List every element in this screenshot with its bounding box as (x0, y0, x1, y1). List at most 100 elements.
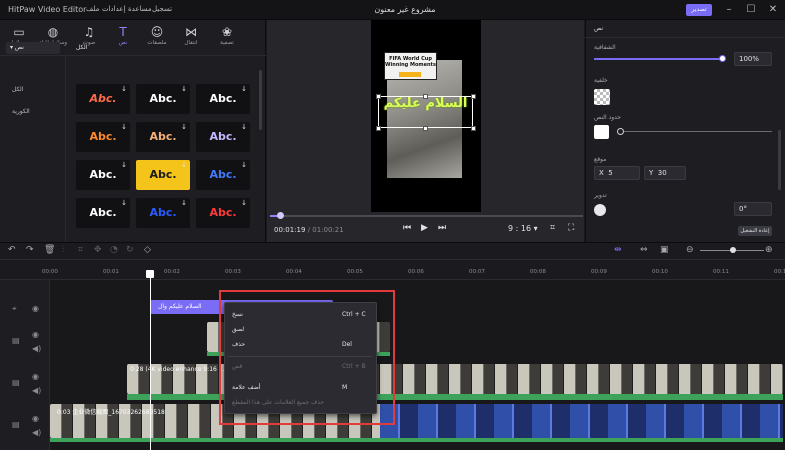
text-template-tile[interactable]: Abc. ↓ (136, 160, 190, 190)
zoom-slider-knob[interactable] (730, 247, 736, 253)
fit-timeline-icon[interactable]: ▣ (660, 245, 669, 255)
tool-filter[interactable]: ❀ تصفية (212, 24, 242, 54)
audio-speaker-icon[interactable]: ◀) (32, 344, 41, 353)
resize-handle[interactable] (471, 94, 476, 99)
text-template-tile[interactable]: Abc. ↓ (136, 84, 190, 114)
menu-record[interactable]: تسجيل (152, 5, 172, 13)
category-korean[interactable]: الكورية (12, 108, 30, 115)
speed-icon[interactable]: ◔ (110, 245, 118, 255)
playback-progress-track[interactable] (270, 215, 583, 217)
resize-handle[interactable] (376, 94, 381, 99)
maximize-icon[interactable]: ☐ (744, 3, 758, 17)
crop-icon[interactable]: ⌗ (550, 223, 555, 233)
text-template-tile[interactable]: Abc. ↓ (136, 198, 190, 228)
rotate-clip-icon[interactable]: ↻ (126, 245, 134, 255)
zoom-out-icon[interactable]: ⊖ (686, 245, 694, 255)
visibility-eye-icon[interactable]: ◉ (32, 372, 39, 381)
text-template-tile[interactable]: Abc. ↓ (76, 122, 130, 152)
split-view-icon[interactable]: ⇔ (640, 245, 648, 255)
menu-file[interactable]: ملف (86, 5, 99, 13)
redo-icon[interactable]: ↷ (26, 245, 34, 255)
fullscreen-icon[interactable]: ⛶ (568, 223, 574, 233)
audio-speaker-icon[interactable]: ◀) (32, 386, 41, 395)
undo-icon[interactable]: ↶ (8, 245, 16, 255)
playhead-handle[interactable] (146, 270, 154, 278)
text-template-tile[interactable]: Abc. ↓ (196, 84, 250, 114)
tool-transition[interactable]: ⋈ انتقال (176, 24, 206, 54)
category-header[interactable]: ▾ نص (6, 42, 60, 54)
playhead-line[interactable] (150, 272, 151, 450)
zoom-in-icon[interactable]: ⊕ (765, 245, 773, 255)
download-icon[interactable]: ↓ (181, 199, 187, 207)
ruler-tick-label: 00:07 (469, 269, 485, 275)
properties-scrollbar[interactable] (778, 130, 781, 190)
minimize-icon[interactable]: – (722, 3, 736, 17)
download-icon[interactable]: ↓ (241, 161, 247, 169)
stroke-color-swatch[interactable] (594, 125, 609, 139)
poster-tag (399, 72, 421, 77)
opacity-slider[interactable] (594, 58, 722, 60)
stroke-slider[interactable] (620, 131, 772, 132)
tool-text[interactable]: T نص (108, 24, 138, 54)
stroke-slider-knob[interactable] (617, 128, 624, 135)
second-clip-segment[interactable] (380, 404, 783, 438)
audio-speaker-icon[interactable]: ◀) (32, 428, 41, 437)
opacity-slider-knob[interactable] (719, 55, 726, 62)
text-template-tile[interactable]: Abc. ↓ (76, 84, 130, 114)
download-icon[interactable]: ↓ (121, 199, 127, 207)
resize-handle[interactable] (376, 126, 381, 131)
tile-sample-text: Abc. (149, 206, 177, 219)
media-scrollbar[interactable] (259, 70, 262, 130)
aspect-ratio-selector[interactable]: 9 : 16 ▾ (508, 224, 538, 233)
delete-icon[interactable]: 🗑 (44, 245, 55, 255)
marker-icon[interactable]: ◇ (144, 245, 151, 255)
background-color-swatch[interactable] (594, 89, 610, 105)
snap-icon[interactable]: ⇹ (614, 245, 622, 255)
text-template-tile[interactable]: Abc. ↓ (76, 160, 130, 190)
selection-box[interactable] (378, 96, 473, 128)
visibility-eye-icon[interactable]: ◉ (32, 330, 39, 339)
text-template-tile[interactable]: Abc. ↓ (196, 122, 250, 152)
rotate-dial[interactable] (594, 204, 606, 216)
category-all[interactable]: الكل (12, 86, 23, 93)
move-icon[interactable]: ✥ (94, 245, 102, 255)
download-icon[interactable]: ↓ (121, 85, 127, 93)
resize-handle[interactable] (423, 126, 428, 131)
text-template-tile[interactable]: Abc. ↓ (196, 198, 250, 228)
opacity-input[interactable]: 100% (734, 52, 772, 66)
text-template-tile[interactable]: Abc. ↓ (76, 198, 130, 228)
resize-handle[interactable] (423, 94, 428, 99)
download-icon[interactable]: ↓ (241, 123, 247, 131)
download-icon[interactable]: ↓ (121, 123, 127, 131)
split-icon[interactable]: ⫶ (62, 245, 64, 255)
ruler-tick-label: 00:01 (103, 269, 119, 275)
tool-stickers[interactable]: ☺ ملصقات (142, 24, 172, 54)
export-button[interactable]: تصدير (686, 4, 712, 16)
download-icon[interactable]: ↓ (181, 85, 187, 93)
y-position-input[interactable]: Y 30 (644, 166, 686, 180)
visibility-eye-icon[interactable]: ◉ (32, 304, 39, 313)
resize-handle[interactable] (471, 126, 476, 131)
download-icon[interactable]: ↓ (241, 85, 247, 93)
menu-settings[interactable]: إعدادات (102, 5, 125, 13)
download-icon[interactable]: ↓ (241, 199, 247, 207)
download-icon[interactable]: ↓ (181, 161, 187, 169)
menu-help[interactable]: مساعدة (128, 5, 152, 13)
x-position-input[interactable]: X 5 (594, 166, 640, 180)
prev-frame-icon[interactable]: ⏮ (403, 223, 411, 233)
crop-clip-icon[interactable]: ⌗ (78, 245, 83, 255)
ruler-tick-label: 00:12 (774, 269, 785, 275)
ruler-tick-label: 00:10 (652, 269, 668, 275)
download-icon[interactable]: ↓ (121, 161, 127, 169)
close-icon[interactable]: ✕ (766, 3, 780, 17)
text-template-tile[interactable]: Abc. ↓ (136, 122, 190, 152)
reset-button[interactable]: إعادة التشغيل (738, 226, 772, 236)
playback-progress-knob[interactable] (277, 212, 284, 219)
text-template-tile[interactable]: Abc. ↓ (196, 160, 250, 190)
download-icon[interactable]: ↓ (181, 123, 187, 131)
play-icon[interactable]: ▶ (421, 223, 428, 233)
next-frame-icon[interactable]: ⏭ (438, 223, 446, 233)
filter-icon: ❀ (221, 25, 233, 39)
visibility-eye-icon[interactable]: ◉ (32, 414, 39, 423)
rotate-input[interactable]: 0° (734, 202, 772, 216)
